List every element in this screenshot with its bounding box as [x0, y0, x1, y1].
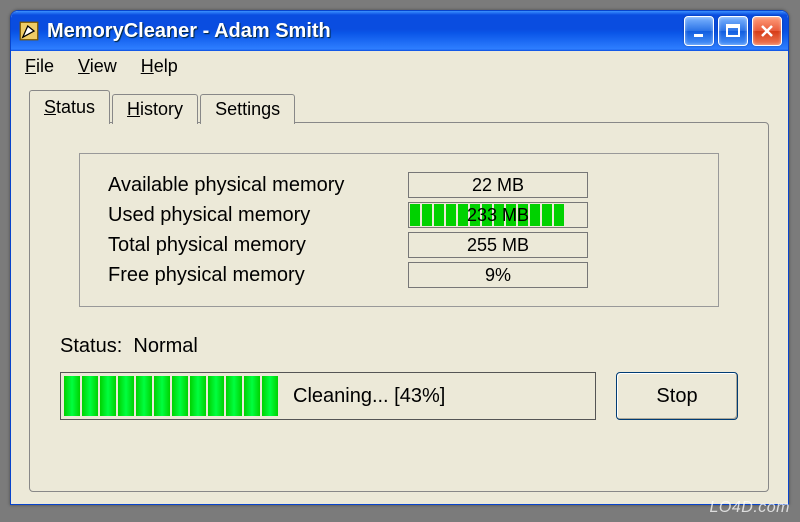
tablist: Status History Settings [29, 89, 770, 123]
stat-used-label: Used physical memory [108, 204, 408, 227]
status-value: Normal [133, 335, 197, 357]
status-line: Status: Normal [60, 335, 738, 358]
stat-available-value-box: 22 MB [408, 172, 588, 198]
window-title: MemoryCleaner - Adam Smith [47, 20, 684, 43]
progress-text: Cleaning... [43%] [293, 385, 445, 408]
titlebar[interactable]: MemoryCleaner - Adam Smith [11, 11, 788, 51]
menu-file[interactable]: File [25, 56, 54, 77]
stat-available-label: Available physical memory [108, 174, 408, 197]
tabs: Status History Settings Available physic… [29, 89, 770, 492]
stat-used: Used physical memory 233 MB [108, 200, 690, 230]
tab-status[interactable]: Status [29, 90, 110, 124]
watermark: LO4D.com [710, 499, 790, 517]
menu-help[interactable]: Help [141, 56, 178, 77]
stat-available-value: 22 MB [472, 175, 524, 196]
stat-total-value-box: 255 MB [408, 232, 588, 258]
window-buttons [684, 16, 782, 46]
maximize-button[interactable] [718, 16, 748, 46]
stat-free-value-box: 9% [408, 262, 588, 288]
minimize-button[interactable] [684, 16, 714, 46]
menubar: File View Help [15, 51, 784, 81]
stat-available: Available physical memory 22 MB [108, 170, 690, 200]
stat-total-label: Total physical memory [108, 234, 408, 257]
stat-total: Total physical memory 255 MB [108, 230, 690, 260]
tab-history[interactable]: History [112, 94, 198, 124]
stat-free: Free physical memory 9% [108, 260, 690, 290]
stat-free-label: Free physical memory [108, 264, 408, 287]
progress-row: Cleaning... [43%] Stop [60, 372, 738, 420]
client-area: File View Help Status History Settings A… [15, 51, 784, 500]
stat-used-value: 233 MB [467, 205, 529, 226]
tab-settings[interactable]: Settings [200, 94, 295, 124]
stat-used-value-box: 233 MB [408, 202, 588, 228]
close-button[interactable] [752, 16, 782, 46]
memory-stats-panel: Available physical memory 22 MB Used phy… [79, 153, 719, 307]
progress-bar-fill [64, 376, 278, 416]
progress-bar: Cleaning... [43%] [60, 372, 596, 420]
status-prefix: Status: [60, 335, 122, 357]
stat-total-value: 255 MB [467, 235, 529, 256]
app-window: MemoryCleaner - Adam Smith File View Hel… [10, 10, 789, 505]
app-icon [19, 21, 39, 41]
stat-free-value: 9% [485, 265, 511, 286]
menu-view[interactable]: View [78, 56, 117, 77]
stop-button[interactable]: Stop [616, 372, 738, 420]
tab-panel-status: Available physical memory 22 MB Used phy… [29, 122, 769, 492]
